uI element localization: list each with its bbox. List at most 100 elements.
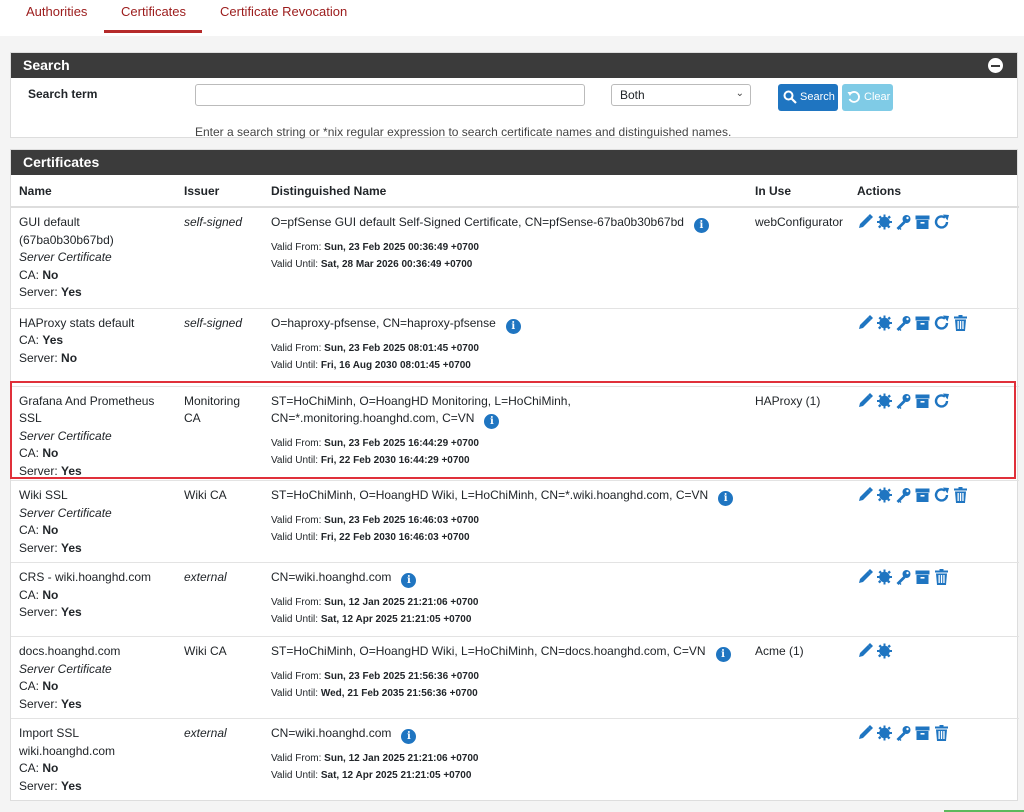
- info-icon[interactable]: i: [484, 414, 500, 429]
- info-icon[interactable]: i: [693, 218, 709, 233]
- search-panel-title: Search: [23, 57, 70, 73]
- cert-valid-until: Valid Until: Sat, 12 Apr 2025 21:21:05 +…: [271, 614, 472, 625]
- cert-valid-from: Valid From: Sun, 23 Feb 2025 00:36:49 +0…: [271, 242, 479, 253]
- key-icon[interactable]: [895, 569, 912, 591]
- tab-certificates[interactable]: Certificates: [104, 0, 202, 33]
- export-icon[interactable]: [876, 643, 893, 665]
- search-input[interactable]: [195, 84, 585, 106]
- cert-server: Server: Yes: [19, 696, 82, 711]
- cert-dn-cell: ST=HoChiMinh, O=HoangHD Wiki, L=HoChiMin…: [263, 636, 747, 719]
- table-row: Import SSL wiki.hoanghd.com CA: No Serve…: [11, 718, 1019, 799]
- search-scope-select[interactable]: Both ⌄: [611, 84, 751, 106]
- delete-icon[interactable]: [933, 725, 950, 747]
- search-icon: [783, 90, 797, 104]
- cert-name: docs.hoanghd.com: [19, 644, 121, 658]
- edit-icon[interactable]: [857, 214, 874, 236]
- cert-dn-cell: ST=HoChiMinh, O=HoangHD Wiki, L=HoChiMin…: [263, 480, 747, 563]
- edit-icon[interactable]: [857, 487, 874, 509]
- cert-type: Server Certificate: [19, 505, 112, 520]
- export-icon[interactable]: [876, 725, 893, 747]
- cert-name-cell: Grafana And Prometheus SSL Server Certif…: [11, 385, 176, 481]
- cert-ca: CA: No: [19, 761, 59, 775]
- info-icon[interactable]: i: [718, 491, 734, 506]
- cert-ca: CA: No: [19, 267, 59, 282]
- cert-dn: CN=wiki.hoanghd.com: [271, 570, 392, 584]
- cert-issuer: external: [176, 718, 263, 799]
- export-icon[interactable]: [876, 569, 893, 591]
- cert-in-use: [747, 480, 849, 563]
- certificates-panel-heading: Certificates: [11, 150, 1017, 175]
- table-row: docs.hoanghd.com Server Certificate CA: …: [11, 636, 1019, 719]
- cert-valid-until: Valid Until: Wed, 21 Feb 2035 21:56:36 +…: [271, 688, 478, 699]
- search-scope-value: Both: [620, 88, 645, 102]
- info-icon[interactable]: i: [401, 573, 417, 588]
- undo-icon: [847, 91, 860, 103]
- export-icon[interactable]: [876, 315, 893, 337]
- cert-actions: [849, 480, 1019, 563]
- info-icon[interactable]: i: [505, 318, 521, 334]
- cert-valid-from: Valid From: Sun, 12 Jan 2025 21:21:06 +0…: [271, 597, 479, 608]
- archive-icon[interactable]: [914, 725, 931, 747]
- edit-icon[interactable]: [857, 569, 874, 591]
- delete-icon[interactable]: [952, 487, 969, 509]
- tab-authorities[interactable]: Authorities: [26, 0, 88, 33]
- chevron-down-icon: ⌄: [735, 88, 744, 99]
- cert-in-use: Acme (1): [747, 636, 849, 719]
- column-header-dn: Distinguished Name: [263, 175, 747, 208]
- renew-icon[interactable]: [933, 487, 950, 509]
- cert-type: Server Certificate: [19, 428, 112, 443]
- archive-icon[interactable]: [914, 487, 931, 509]
- export-icon[interactable]: [876, 393, 893, 415]
- cert-in-use: [747, 307, 849, 386]
- archive-icon[interactable]: [914, 393, 931, 415]
- clear-button[interactable]: Clear: [842, 84, 893, 111]
- archive-icon[interactable]: [914, 315, 931, 337]
- key-icon[interactable]: [895, 315, 912, 337]
- cert-type: Server Certificate: [19, 661, 112, 676]
- delete-icon[interactable]: [933, 569, 950, 591]
- key-icon[interactable]: [895, 487, 912, 509]
- edit-icon[interactable]: [857, 725, 874, 747]
- cert-dn-cell: CN=wiki.hoanghd.com i Valid From: Sun, 12…: [263, 562, 747, 637]
- cert-name-cell: Wiki SSL Server Certificate CA: No Serve…: [11, 480, 176, 563]
- search-button-label: Search: [800, 91, 835, 103]
- edit-icon[interactable]: [857, 643, 874, 665]
- tab-certificate-revocation[interactable]: Certificate Revocation: [220, 0, 350, 33]
- renew-icon[interactable]: [933, 315, 950, 337]
- cert-dn-cell: O=haproxy-pfsense, CN=haproxy-pfsense i V…: [263, 307, 747, 386]
- edit-icon[interactable]: [857, 314, 874, 337]
- edit-icon[interactable]: [857, 392, 874, 415]
- export-icon[interactable]: [876, 214, 893, 236]
- cert-dn-cell: O=pfSense GUI default Self-Signed Certif…: [263, 206, 747, 308]
- collapse-icon[interactable]: [988, 58, 1003, 73]
- info-icon[interactable]: i: [715, 647, 731, 662]
- archive-icon[interactable]: [914, 569, 931, 591]
- cert-name: Import SSL wiki.hoanghd.com: [19, 726, 116, 758]
- cert-in-use: webConfigurator: [747, 206, 849, 308]
- renew-icon[interactable]: [933, 393, 950, 415]
- info-icon[interactable]: i: [401, 729, 417, 744]
- search-help-text: Enter a search string or *nix regular ex…: [195, 125, 732, 139]
- cert-dn: ST=HoChiMinh, O=HoangHD Monitoring, L=Ho…: [271, 393, 571, 426]
- archive-icon[interactable]: [914, 214, 931, 236]
- search-panel: Search Search term Both ⌄ Search Clear E…: [10, 52, 1018, 139]
- key-icon[interactable]: [895, 214, 912, 236]
- key-icon[interactable]: [895, 393, 912, 415]
- cert-valid-until: Valid Until: Fri, 22 Feb 2030 16:44:29 +…: [271, 455, 470, 466]
- cert-issuer: self-signed: [176, 206, 263, 308]
- key-icon[interactable]: [895, 725, 912, 747]
- cert-actions: [849, 385, 1019, 481]
- delete-icon[interactable]: [952, 314, 969, 337]
- export-icon[interactable]: [876, 487, 893, 509]
- column-header-name: Name: [11, 175, 176, 208]
- certificates-panel-title: Certificates: [23, 154, 100, 170]
- cert-dn-cell: ST=HoChiMinh, O=HoangHD Monitoring, L=Ho…: [263, 385, 747, 481]
- cert-in-use: [747, 718, 849, 799]
- table-row: Grafana And Prometheus SSL Server Certif…: [11, 385, 1019, 481]
- cert-actions: [849, 636, 1019, 719]
- table-header-row: Name Issuer Distinguished Name In Use Ac…: [11, 175, 1019, 208]
- search-button[interactable]: Search: [778, 84, 838, 111]
- renew-icon[interactable]: [933, 214, 950, 236]
- cert-server: Server: Yes: [19, 285, 82, 299]
- cert-issuer: Wiki CA: [176, 636, 263, 719]
